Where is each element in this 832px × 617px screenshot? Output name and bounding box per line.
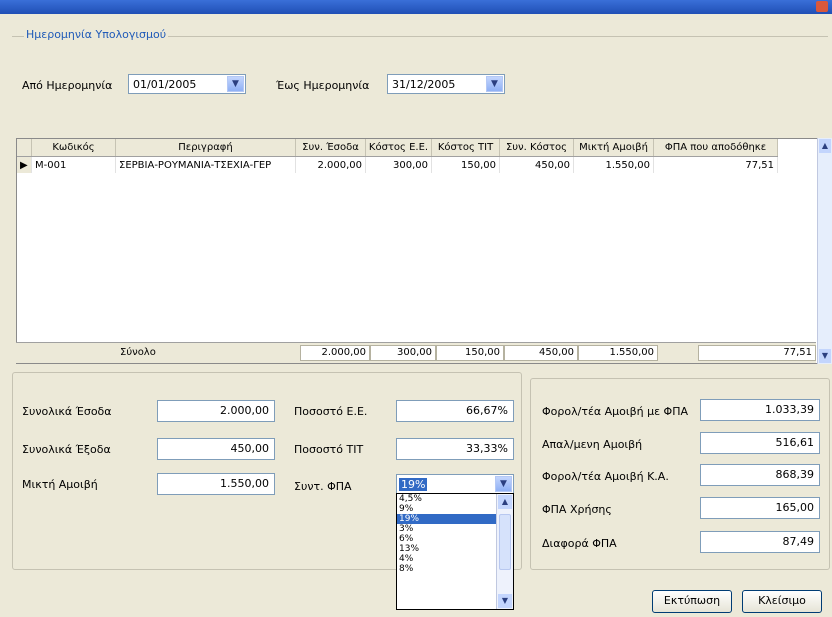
chevron-down-icon[interactable]: ▼	[486, 76, 503, 92]
total-cost-tit: 150,00	[436, 345, 504, 361]
chevron-down-icon[interactable]: ▼	[495, 476, 512, 492]
from-date-label: Από Ημερομηνία	[22, 79, 113, 92]
column-header[interactable]: ΦΠΑ που αποδόθηκε	[653, 139, 778, 157]
cell-cost-tit[interactable]: 150,00	[431, 156, 500, 173]
column-header[interactable]: Κωδικός	[31, 139, 116, 157]
column-header[interactable]: Περιγραφή	[115, 139, 296, 157]
cell-cost-ee[interactable]: 300,00	[365, 156, 432, 173]
scroll-up-icon[interactable]: ▲	[498, 495, 512, 509]
pct-ee-field[interactable]: 66,67%	[396, 400, 514, 422]
column-header[interactable]: Κόστος Ε.Ε.	[365, 139, 432, 157]
total-income-field[interactable]: 2.000,00	[157, 400, 275, 422]
chevron-down-icon[interactable]: ▼	[227, 76, 244, 92]
row-indicator-header	[17, 139, 32, 157]
pct-ee-label: Ποσοστό Ε.Ε.	[294, 405, 368, 418]
vat-diff-field[interactable]: 87,49	[700, 531, 820, 553]
total-gross-fee: 1.550,00	[578, 345, 658, 361]
cell-vat-paid[interactable]: 77,51	[653, 156, 778, 173]
scroll-thumb[interactable]	[499, 514, 511, 570]
column-header[interactable]: Συν. Κόστος	[499, 139, 574, 157]
close-button[interactable]: Κλείσιμο	[742, 590, 822, 613]
table-row[interactable]: ▶ M-001 ΣΕΡΒΙΑ-ΡΟΥΜΑΝΙΑ-ΤΣΕΧΙΑ-ΓΕΡ 2.000…	[17, 156, 778, 173]
vat-rate-label: Συντ. ΦΠΑ	[294, 480, 352, 493]
title-bar	[0, 0, 832, 14]
vat-charge-field[interactable]: 165,00	[700, 497, 820, 519]
print-button[interactable]: Εκτύπωση	[652, 590, 732, 613]
vat-diff-label: Διαφορά ΦΠΑ	[542, 537, 617, 550]
dropdown-scrollbar[interactable]: ▲ ▼	[496, 494, 513, 609]
total-vat-paid: 77,51	[698, 345, 816, 361]
current-row-arrow-icon: ▶	[17, 156, 32, 173]
total-cost-ee: 300,00	[370, 345, 436, 361]
taxable-fee-vat-field[interactable]: 1.033,39	[700, 399, 820, 421]
taxable-fee-vat-label: Φορολ/τέα Αμοιβή με ΦΠΑ	[542, 405, 688, 418]
total-cost: 450,00	[504, 345, 578, 361]
vat-charge-label: ΦΠΑ Χρήσης	[542, 503, 612, 516]
results-grid[interactable]: Κωδικός Περιγραφή Συν. Έσοδα Κόστος Ε.Ε.…	[16, 138, 832, 364]
total-income: 2.000,00	[300, 345, 370, 361]
taxable-fee-ka-field[interactable]: 868,39	[700, 464, 820, 486]
cell-total-income[interactable]: 2.000,00	[295, 156, 366, 173]
cell-code[interactable]: M-001	[31, 156, 116, 173]
totals-row: Σύνολο 2.000,00 300,00 150,00 450,00 1.5…	[16, 342, 816, 363]
pct-tit-field[interactable]: 33,33%	[396, 438, 514, 460]
to-date-combo[interactable]: 31/12/2005 ▼	[387, 74, 505, 94]
vat-rate-combo[interactable]: 19% ▼	[396, 474, 514, 494]
scroll-up-icon[interactable]: ▲	[819, 139, 831, 153]
vat-rate-dropdown-list[interactable]: 4,5% 9% 19% 3% 6% 13% 4% 8% ▲ ▼	[396, 493, 514, 610]
column-header[interactable]: Συν. Έσοδα	[295, 139, 366, 157]
scroll-down-icon[interactable]: ▼	[819, 349, 831, 363]
vat-rate-value: 19%	[399, 478, 428, 491]
gross-fee-field[interactable]: 1.550,00	[157, 473, 275, 495]
cell-total-cost[interactable]: 450,00	[499, 156, 574, 173]
totals-label: Σύνολο	[120, 347, 156, 358]
taxable-fee-ka-label: Φορολ/τέα Αμοιβή Κ.Α.	[542, 470, 669, 483]
column-header[interactable]: Μικτή Αμοιβή	[573, 139, 654, 157]
deducted-fee-field[interactable]: 516,61	[700, 432, 820, 454]
scroll-down-icon[interactable]: ▼	[498, 594, 512, 608]
column-header[interactable]: Κόστος ΤΙΤ	[431, 139, 500, 157]
to-date-value: 31/12/2005	[392, 78, 456, 91]
grid-vertical-scrollbar[interactable]: ▲ ▼	[817, 138, 832, 364]
to-date-label: Έως Ημερομηνία	[276, 79, 370, 92]
from-date-combo[interactable]: 01/01/2005 ▼	[128, 74, 246, 94]
date-group-frame	[12, 36, 828, 109]
close-window-button[interactable]	[816, 1, 828, 12]
date-group-legend: Ημερομηνία Υπολογισμού	[24, 28, 169, 41]
total-expenses-label: Συνολικά Έξοδα	[22, 443, 111, 456]
total-expenses-field[interactable]: 450,00	[157, 438, 275, 460]
from-date-value: 01/01/2005	[133, 78, 197, 91]
gross-fee-label: Μικτή Αμοιβή	[22, 478, 98, 491]
cell-description[interactable]: ΣΕΡΒΙΑ-ΡΟΥΜΑΝΙΑ-ΤΣΕΧΙΑ-ΓΕΡ	[115, 156, 296, 173]
cell-gross-fee[interactable]: 1.550,00	[573, 156, 654, 173]
total-income-label: Συνολικά Έσοδα	[22, 405, 112, 418]
pct-tit-label: Ποσοστό ΤΙΤ	[294, 443, 364, 456]
deducted-fee-label: Απαλ/μενη Αμοιβή	[542, 438, 643, 451]
